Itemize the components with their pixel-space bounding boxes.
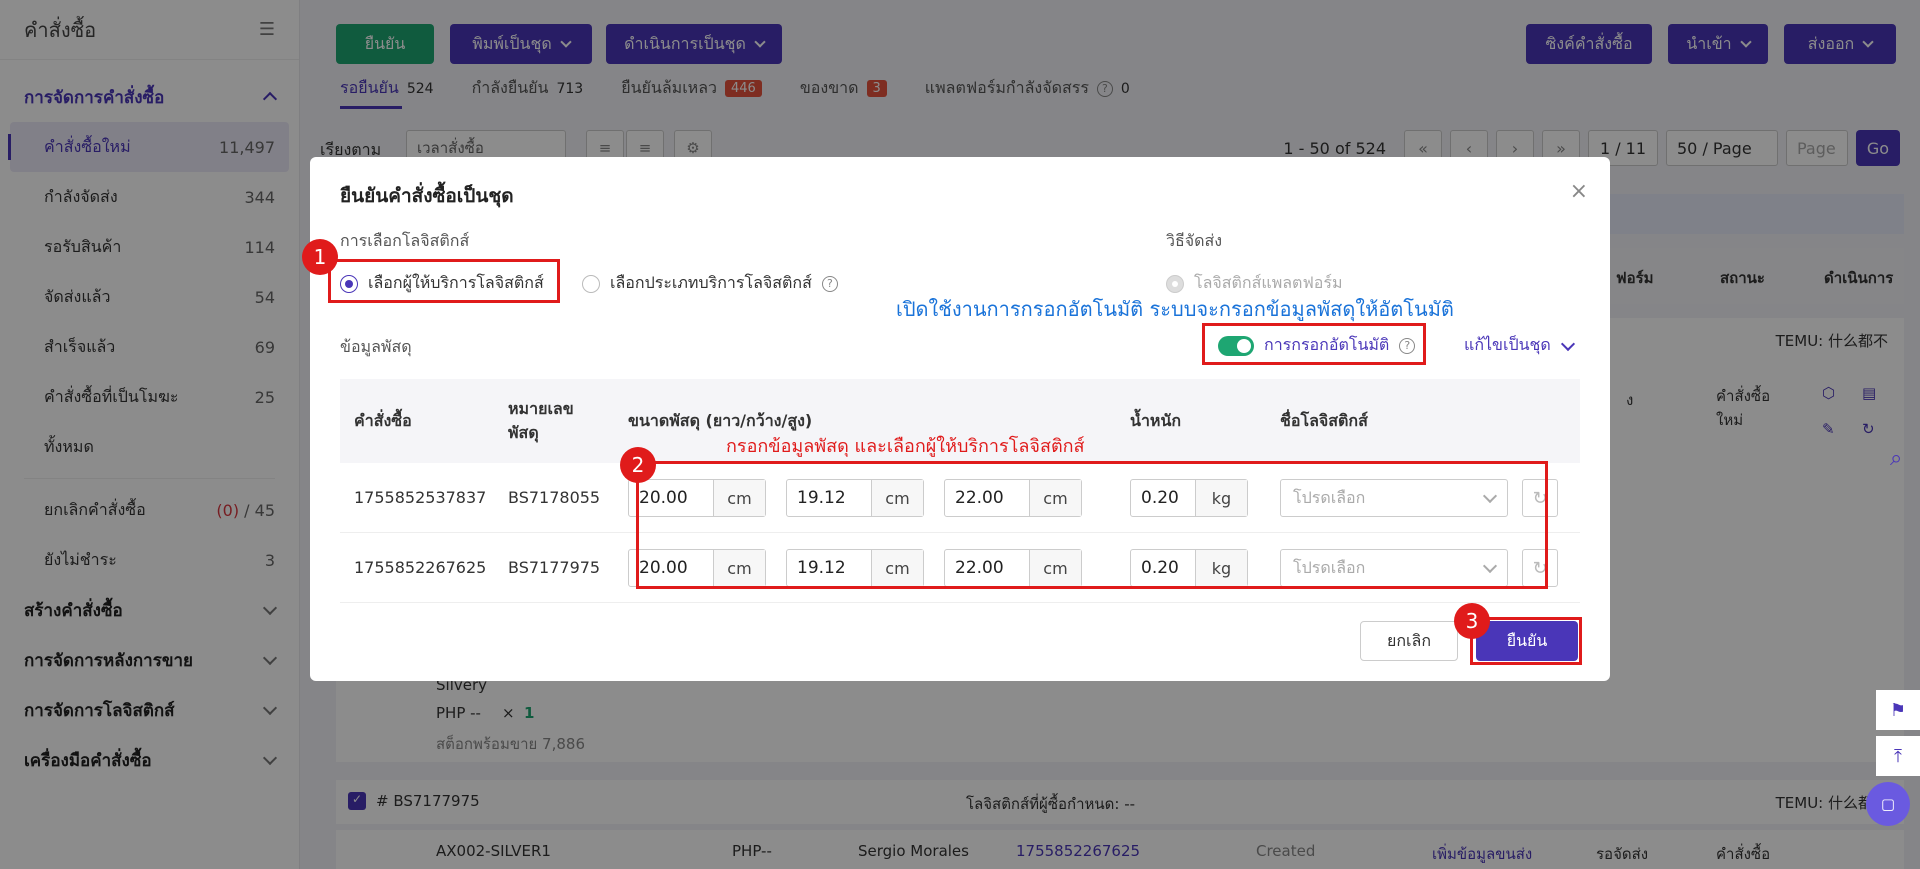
annotation-box-auto-fill bbox=[1202, 323, 1426, 365]
close-icon[interactable]: × bbox=[1570, 179, 1588, 204]
annotation-note-auto-fill: เปิดใช้งานการกรอกอัตโนมัติ ระบบจะกรอกข้อ… bbox=[896, 297, 1454, 321]
radio-unselected-icon bbox=[582, 274, 600, 293]
batch-edit-link[interactable]: แก้ไขเป็นชุด bbox=[1464, 333, 1575, 358]
cancel-button[interactable]: ยกเลิก bbox=[1360, 621, 1458, 661]
logistics-select-label: การเลือกโลจิสติกส์ bbox=[340, 231, 470, 250]
chat-icon[interactable]: ▢ bbox=[1866, 782, 1910, 826]
chevron-down-icon bbox=[1560, 336, 1575, 351]
search-icon[interactable]: ⌕ bbox=[1890, 446, 1920, 476]
help-icon: ? bbox=[821, 275, 838, 292]
radio-disabled-icon bbox=[1166, 274, 1184, 293]
radio-select-service-type[interactable]: เลือกประเภทบริการโลจิสติกส์ ? bbox=[582, 271, 838, 296]
feedback-icon[interactable]: ⚑ bbox=[1876, 690, 1920, 730]
modal-title: ยืนยันคำสั่งซื้อเป็นชุด bbox=[340, 185, 514, 207]
annotation-box-1 bbox=[328, 259, 560, 303]
annotation-number-1: 1 bbox=[302, 239, 338, 275]
batch-confirm-modal: ยืนยันคำสั่งซื้อเป็นชุด × การเลือกโลจิสต… bbox=[302, 157, 1610, 681]
back-to-top-icon[interactable]: ⤒ bbox=[1876, 736, 1920, 776]
annotation-number-2: 2 bbox=[620, 447, 656, 483]
shipping-method-label: วิธีจัดส่ง bbox=[1166, 231, 1223, 250]
annotation-note-parcel: กรอกข้อมูลพัสดุ และเลือกผู้ให้บริการโลจิ… bbox=[726, 436, 1085, 457]
parcel-info-label: ข้อมูลพัสดุ bbox=[340, 337, 412, 356]
annotation-number-3: 3 bbox=[1454, 603, 1490, 639]
annotation-box-2 bbox=[636, 461, 1548, 589]
